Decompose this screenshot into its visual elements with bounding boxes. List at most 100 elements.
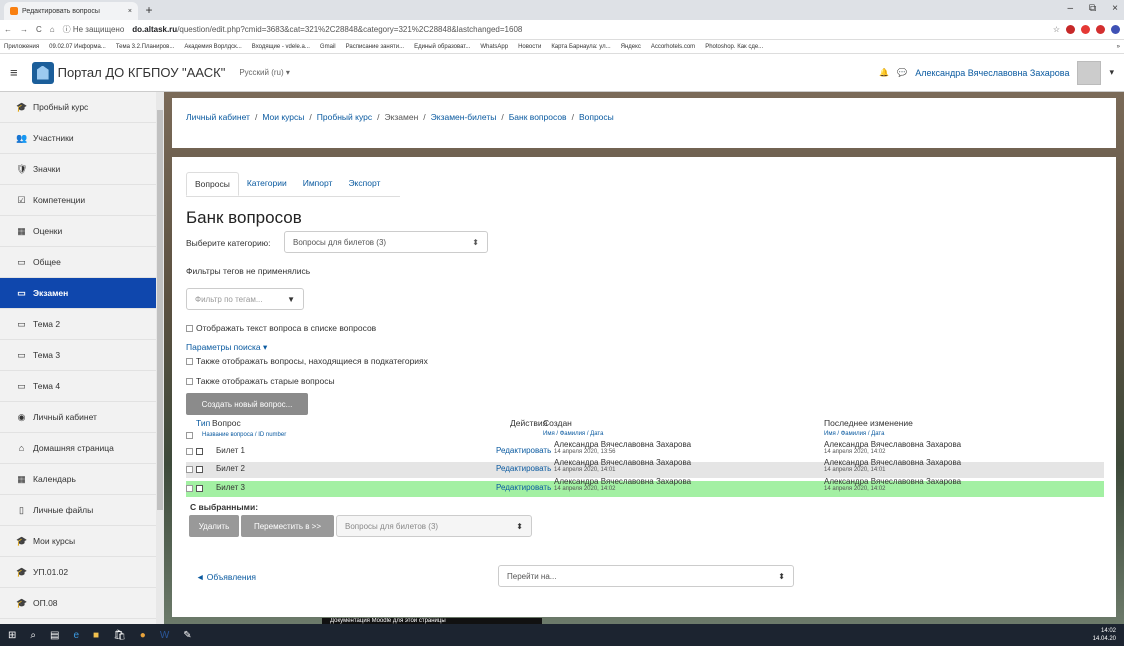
sidebar-item[interactable]: ☑ Компетенции <box>0 185 156 216</box>
table-row[interactable]: Билет 1 Редактировать Александра Вячеславо… <box>186 440 1104 458</box>
edit-link[interactable]: Редактировать <box>496 446 551 455</box>
move-button[interactable]: Переместить в >> <box>241 515 334 537</box>
col-header-question[interactable]: Вопрос <box>212 418 241 428</box>
bookmark-item[interactable]: Приложения <box>4 44 39 50</box>
breadcrumb-item[interactable]: Экзамен-билеты <box>431 112 497 122</box>
search-icon[interactable]: ⌕ <box>30 630 36 641</box>
bookmark-item[interactable]: Photoshop. Как сде... <box>705 44 763 50</box>
bookmark-item[interactable]: Карта Барнаула: ул... <box>551 44 610 50</box>
bookmark-item[interactable]: Новости <box>518 44 541 50</box>
system-clock[interactable]: 14:02 14.04.20 <box>1093 627 1116 643</box>
site-logo[interactable] <box>31 61 54 84</box>
extension-icon[interactable] <box>1096 25 1105 34</box>
bookmark-item[interactable]: Яндекс <box>621 44 641 50</box>
category-select[interactable]: Вопросы для билетов (3) ⬍ <box>284 231 488 253</box>
new-tab-button[interactable]: + <box>142 3 156 17</box>
bookmark-item[interactable]: Академия Ворлдск... <box>184 44 241 50</box>
bookmark-item[interactable]: Gmail <box>320 44 336 50</box>
sidebar-item[interactable]: ▭ Тема 2 <box>0 309 156 340</box>
bell-icon[interactable]: 🔔 <box>879 68 889 77</box>
sidebar-item[interactable]: ▭ Тема 4 <box>0 371 156 402</box>
tab-import[interactable]: Импорт <box>295 172 341 196</box>
tab-questions[interactable]: Вопросы <box>186 172 239 196</box>
row-checkbox[interactable] <box>186 484 196 493</box>
tab-categories[interactable]: Категории <box>239 172 295 196</box>
checkbox[interactable] <box>186 325 193 333</box>
bookmark-item[interactable]: Единый образоват... <box>414 44 470 50</box>
minimize-button[interactable]: – <box>1067 3 1073 14</box>
announcements-link[interactable]: ◄ Объявления <box>196 572 256 582</box>
home-button[interactable]: ⌂ <box>50 25 55 34</box>
breadcrumb-item[interactable]: Вопросы <box>579 112 614 122</box>
chat-icon[interactable]: 💬 <box>897 68 907 77</box>
bookmark-item[interactable]: Тема 3.2.Планиров... <box>116 44 174 50</box>
tab-close-icon[interactable]: × <box>128 8 132 15</box>
forward-button[interactable]: → <box>20 25 28 34</box>
bookmark-item[interactable]: 09.02.07 Информа... <box>49 44 106 50</box>
search-params-link[interactable]: Параметры поиска ▾ <box>186 342 267 353</box>
extension-icon[interactable] <box>1066 25 1075 34</box>
move-target-select[interactable]: Вопросы для билетов (3) ⬍ <box>336 515 532 537</box>
word-icon[interactable]: W <box>160 630 169 641</box>
table-row[interactable]: Билет 3 Редактировать Александра Вячеславо… <box>186 477 1104 497</box>
sidebar-item[interactable]: 👥 Участники <box>0 123 156 154</box>
sidebar-scrollbar[interactable] <box>156 92 164 624</box>
close-window-button[interactable]: × <box>1112 3 1118 14</box>
table-row[interactable]: Билет 2 Редактировать Александра Вячеславо… <box>186 458 1104 478</box>
browser-tab[interactable]: Редактировать вопросы × <box>4 2 138 20</box>
extension-icon[interactable] <box>1081 25 1090 34</box>
breadcrumb-item[interactable]: Мои курсы <box>262 112 304 122</box>
start-icon[interactable]: ⊞ <box>8 630 16 641</box>
bookmarks-more[interactable]: » <box>1117 44 1120 50</box>
checkbox[interactable] <box>186 378 193 386</box>
bookmark-item[interactable]: Входящие - vdele.a... <box>252 44 310 50</box>
breadcrumb-item[interactable]: Личный кабинет <box>186 112 250 122</box>
url-field[interactable]: do.altask.ru/question/edit.php?cmid=3683… <box>132 25 522 34</box>
sidebar-item[interactable]: ▦ Календарь <box>0 464 156 495</box>
old-questions-option[interactable]: Также отображать старые вопросы <box>186 376 335 386</box>
site-name[interactable]: Портал ДО КГБПОУ "ААСК" <box>58 65 226 80</box>
row-checkbox[interactable] <box>186 465 196 474</box>
sidebar-item[interactable]: ⌂ Домашняя страница <box>0 433 156 464</box>
security-indicator[interactable]: ⓘ Не защищено <box>63 24 125 35</box>
show-text-option[interactable]: Отображать текст вопроса в списке вопрос… <box>186 323 376 333</box>
breadcrumb-item[interactable]: Пробный курс <box>317 112 372 122</box>
bookmark-item[interactable]: WhatsApp <box>480 44 508 50</box>
select-all-checkbox[interactable] <box>186 430 196 440</box>
back-button[interactable]: ← <box>4 25 12 34</box>
restore-button[interactable]: ⧉ <box>1089 3 1096 14</box>
tag-filter-input[interactable]: Фильтр по тегам... ▼ <box>186 288 304 310</box>
explorer-icon[interactable]: ■ <box>93 630 99 641</box>
avatar[interactable] <box>1077 60 1102 85</box>
sidebar-item[interactable]: 🎓 Пробный курс <box>0 92 156 123</box>
edge-icon[interactable]: e <box>73 630 79 641</box>
tab-export[interactable]: Экспорт <box>340 172 388 196</box>
delete-button[interactable]: Удалить <box>189 515 239 537</box>
scrollbar-thumb[interactable] <box>157 110 163 510</box>
edit-link[interactable]: Редактировать <box>496 464 551 473</box>
created-sort-link[interactable]: Имя / Фамилия / Дата <box>543 431 603 437</box>
row-checkbox[interactable] <box>186 447 196 456</box>
bookmark-item[interactable]: Accorhotels.com <box>651 44 695 50</box>
subcategories-option[interactable]: Также отображать вопросы, находящиеся в … <box>186 356 428 366</box>
star-icon[interactable]: ☆ <box>1053 25 1060 34</box>
sidebar-item[interactable]: 🎓 УП.01.02 <box>0 557 156 588</box>
user-name[interactable]: Александра Вячеславовна Захарова <box>915 68 1069 78</box>
store-icon[interactable]: 🛍 <box>113 630 126 641</box>
paint-icon[interactable]: ✎ <box>183 630 191 641</box>
reload-button[interactable]: C <box>36 25 42 34</box>
language-menu[interactable]: Русский (ru) ▾ <box>239 68 290 77</box>
menu-icon[interactable]: ≡ <box>10 65 18 80</box>
question-sort-link[interactable]: Название вопроса / ID number <box>202 432 286 438</box>
breadcrumb-item[interactable]: Экзамен <box>384 112 418 122</box>
jump-to-select[interactable]: Перейти на... ⬍ <box>498 565 794 587</box>
sidebar-item[interactable]: ▭ Общее <box>0 247 156 278</box>
sidebar-item[interactable]: ▯ Личные файлы <box>0 495 156 526</box>
modified-sort-link[interactable]: Имя / Фамилия / Дата <box>824 431 884 437</box>
edit-link[interactable]: Редактировать <box>496 483 551 492</box>
sidebar-item[interactable]: ▭ Тема 3 <box>0 340 156 371</box>
breadcrumb-item[interactable]: Банк вопросов <box>509 112 567 122</box>
sidebar-item[interactable]: 🎓 ОП.08 <box>0 588 156 619</box>
create-question-button[interactable]: Создать новый вопрос... <box>186 393 308 415</box>
sidebar-item[interactable]: 🎓 Мои курсы <box>0 526 156 557</box>
